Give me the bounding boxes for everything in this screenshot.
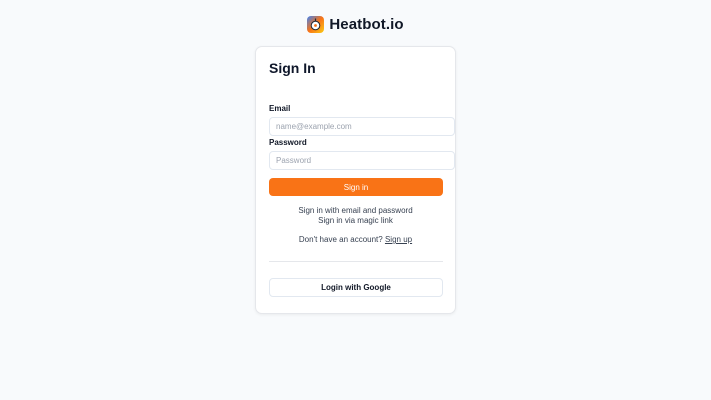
- password-field[interactable]: [269, 151, 455, 170]
- password-label: Password: [269, 138, 307, 147]
- no-account-text: Don't have an account?: [298, 235, 383, 244]
- sign-in-email-password-link[interactable]: Sign in with email and password: [298, 206, 412, 215]
- sign-in-button[interactable]: Sign in: [269, 178, 443, 196]
- brand-name: Heatbot.io: [329, 16, 404, 33]
- login-with-google-button[interactable]: Login with Google: [269, 278, 443, 297]
- brand-header: Heatbot.io: [0, 16, 711, 33]
- email-password-link-row: Sign in with email and password: [256, 206, 455, 215]
- sign-up-link[interactable]: Sign up: [385, 235, 412, 244]
- email-field[interactable]: [269, 117, 455, 136]
- heatbot-logo-icon: [307, 16, 325, 33]
- sign-in-magic-link[interactable]: Sign in via magic link: [318, 216, 393, 225]
- signup-row: Don't have an account? Sign up: [256, 235, 455, 244]
- divider: [269, 261, 443, 262]
- sign-in-card: Sign In Email Password Sign in Sign in w…: [255, 46, 456, 314]
- page-title: Sign In: [269, 60, 316, 76]
- email-label: Email: [269, 104, 291, 113]
- magic-link-row: Sign in via magic link: [256, 216, 455, 225]
